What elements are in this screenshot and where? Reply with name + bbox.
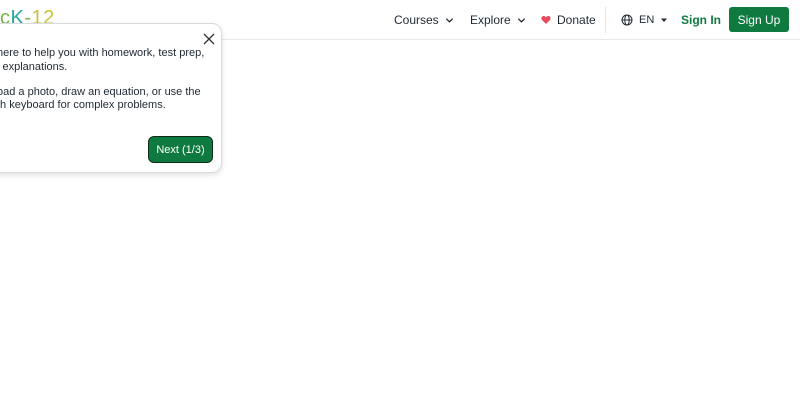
explore-menu[interactable]: Explore — [470, 0, 526, 40]
close-icon[interactable] — [202, 32, 216, 46]
tooltip-text-line: l explanations. — [0, 61, 68, 73]
courses-label: Courses — [394, 13, 439, 27]
sign-up-button[interactable]: Sign Up — [729, 7, 789, 32]
nav-divider — [605, 7, 606, 33]
explore-label: Explore — [470, 13, 511, 27]
language-label: EN — [639, 14, 655, 26]
courses-menu[interactable]: Courses — [394, 0, 454, 40]
tooltip-text-line: th keyboard for complex problems. — [0, 99, 166, 111]
chevron-down-icon — [517, 17, 525, 23]
tooltip-text-line: oad a photo, draw an equation, or use th… — [0, 86, 201, 98]
heart-icon — [541, 15, 551, 24]
globe-icon — [621, 14, 633, 26]
caret-down-icon — [661, 18, 668, 22]
next-button[interactable]: Next (1/3) — [148, 136, 213, 163]
language-selector[interactable]: EN — [621, 0, 668, 40]
chevron-down-icon — [445, 17, 453, 23]
onboarding-tooltip: here to help you with homework, test pre… — [0, 23, 222, 173]
donate-label: Donate — [557, 13, 596, 27]
sign-in-link[interactable]: Sign In — [681, 0, 721, 40]
tooltip-text-line: here to help you with homework, test pre… — [0, 47, 205, 59]
donate-link[interactable]: Donate — [541, 0, 596, 40]
